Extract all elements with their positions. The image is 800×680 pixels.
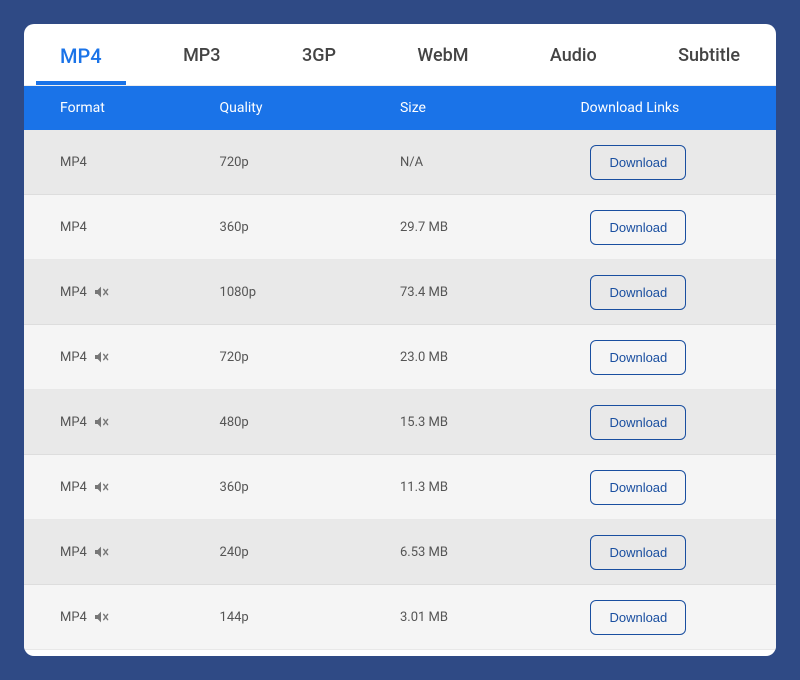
muted-icon — [93, 609, 109, 625]
cell-quality: 720p — [220, 350, 400, 365]
table-row: MP4 360p29.7 MB Download — [24, 195, 776, 260]
format-tabs: MP4 MP3 3GP WebM Audio Subtitle — [24, 24, 776, 86]
cell-size: 11.3 MB — [400, 480, 580, 495]
table-body: MP4720pN/ADownloadMP4360p29.7 MBDownload… — [24, 130, 776, 650]
cell-size: 29.7 MB — [400, 220, 580, 235]
header-quality: Quality — [220, 100, 400, 116]
cell-format: MP4 — [24, 479, 220, 495]
cell-download: Download — [580, 340, 776, 375]
cell-format: MP4 — [24, 220, 220, 235]
download-button[interactable]: Download — [590, 145, 686, 180]
cell-format: MP4 — [24, 544, 220, 560]
download-button[interactable]: Download — [590, 275, 686, 310]
header-size: Size — [400, 100, 580, 116]
cell-quality: 480p — [220, 415, 400, 430]
table-header: Format Quality Size Download Links — [24, 86, 776, 130]
cell-format: MP4 — [24, 284, 220, 300]
cell-size: 23.0 MB — [400, 350, 580, 365]
cell-format: MP4 — [24, 609, 220, 625]
download-button[interactable]: Download — [590, 535, 686, 570]
download-button[interactable]: Download — [590, 340, 686, 375]
tab-3gp[interactable]: 3GP — [296, 27, 342, 82]
cell-size: N/A — [400, 155, 580, 170]
cell-download: Download — [580, 275, 776, 310]
table-row: MP4 240p6.53 MB Download — [24, 520, 776, 585]
format-label: MP4 — [60, 155, 87, 170]
cell-quality: 1080p — [220, 285, 400, 300]
cell-download: Download — [580, 535, 776, 570]
cell-download: Download — [580, 405, 776, 440]
tab-webm[interactable]: WebM — [411, 27, 474, 82]
cell-quality: 720p — [220, 155, 400, 170]
download-button[interactable]: Download — [590, 600, 686, 635]
cell-quality: 240p — [220, 545, 400, 560]
cell-download: Download — [580, 210, 776, 245]
table-row: MP4 480p15.3 MB Download — [24, 390, 776, 455]
cell-size: 3.01 MB — [400, 610, 580, 625]
cell-quality: 144p — [220, 610, 400, 625]
table-row: MP4 1080p73.4 MB Download — [24, 260, 776, 325]
format-label: MP4 — [60, 480, 87, 495]
download-card: MP4 MP3 3GP WebM Audio Subtitle Format Qualit… — [24, 24, 776, 656]
cell-quality: 360p — [220, 480, 400, 495]
muted-icon — [93, 544, 109, 560]
tab-mp4[interactable]: MP4 — [54, 26, 108, 84]
muted-icon — [93, 479, 109, 495]
download-button[interactable]: Download — [590, 405, 686, 440]
cell-size: 15.3 MB — [400, 415, 580, 430]
header-format: Format — [24, 100, 220, 116]
cell-format: MP4 — [24, 155, 220, 170]
tab-audio[interactable]: Audio — [544, 27, 603, 82]
table-row: MP4 720p23.0 MB Download — [24, 325, 776, 390]
cell-download: Download — [580, 145, 776, 180]
tab-mp3[interactable]: MP3 — [177, 27, 226, 82]
cell-quality: 360p — [220, 220, 400, 235]
download-button[interactable]: Download — [590, 210, 686, 245]
muted-icon — [93, 284, 109, 300]
header-download: Download Links — [580, 100, 776, 116]
cell-size: 73.4 MB — [400, 285, 580, 300]
format-label: MP4 — [60, 545, 87, 560]
cell-size: 6.53 MB — [400, 545, 580, 560]
tab-subtitle[interactable]: Subtitle — [672, 27, 746, 82]
table-row: MP4 144p3.01 MB Download — [24, 585, 776, 650]
format-label: MP4 — [60, 610, 87, 625]
cell-download: Download — [580, 600, 776, 635]
download-button[interactable]: Download — [590, 470, 686, 505]
table-row: MP4 720pN/A Download — [24, 130, 776, 195]
format-label: MP4 — [60, 220, 87, 235]
table-row: MP4 360p11.3 MB Download — [24, 455, 776, 520]
format-label: MP4 — [60, 415, 87, 430]
muted-icon — [93, 414, 109, 430]
cell-format: MP4 — [24, 414, 220, 430]
cell-download: Download — [580, 470, 776, 505]
muted-icon — [93, 349, 109, 365]
cell-format: MP4 — [24, 349, 220, 365]
format-label: MP4 — [60, 285, 87, 300]
format-label: MP4 — [60, 350, 87, 365]
